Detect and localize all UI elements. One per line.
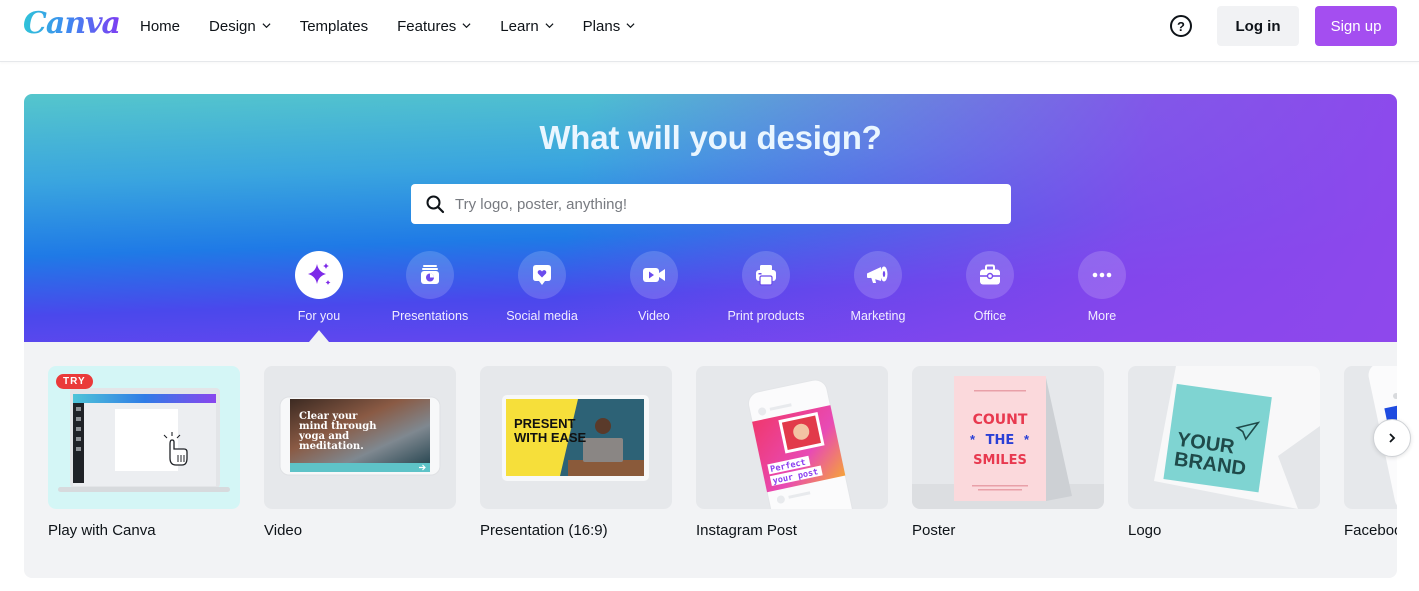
video-camera-icon [643,268,665,282]
template-thumbnail: TRY [48,366,240,509]
presentation-thumb-text: PRESENT [514,416,575,431]
canva-logo[interactable]: Canva [23,6,121,41]
category-label: Social media [506,309,578,323]
template-card-play-with-canva[interactable]: TRY Play with Canva [48,366,240,539]
nav-features[interactable]: Features [397,18,471,35]
template-carousel: TRY Play with Canva Clear your mind thro… [24,342,1397,578]
search-input[interactable] [455,195,995,213]
top-navigation-bar: Canva Home Design Templates Features Lea… [0,0,1419,62]
briefcase-icon [980,264,1000,285]
template-card-presentation[interactable]: PRESENT WITH EASE Presentation (16:9) [480,366,672,539]
category-label: Print products [727,309,805,323]
template-label: Presentation (16:9) [480,522,608,539]
nav-learn[interactable]: Learn [500,17,554,35]
svg-text:SMILES: SMILES [973,453,1027,468]
printer-icon [756,265,776,286]
poster-thumb-text: THE [986,433,1015,448]
category-presentations[interactable]: Presentations [374,251,486,323]
category-social-media[interactable]: Social media [486,251,598,323]
chevron-down-icon [262,23,271,29]
question-circle-icon: ? [1177,18,1185,34]
category-for-you[interactable]: For you [263,251,375,342]
category-label: Office [973,309,1007,323]
template-card-poster[interactable]: THE COUNT SMILES * * Poster [912,366,1104,539]
more-dots-icon [1092,272,1112,278]
nav-label: Home [140,17,181,35]
nav-label: Plans [582,17,621,35]
chevron-down-icon [462,23,471,29]
chevron-right-icon [1389,433,1396,443]
template-thumbnail: THE COUNT SMILES * * [912,366,1104,509]
signup-button[interactable]: Sign up [1315,6,1397,46]
video-thumbnail-illustration: Clear your mind through yoga and meditat… [279,396,441,476]
category-label: For you [297,309,341,323]
category-print-products[interactable]: Print products [710,251,822,323]
try-badge: TRY [56,374,93,389]
category-more[interactable]: More [1046,251,1158,323]
template-thumbnail: YOUR BRAND [1128,366,1320,509]
chevron-down-icon [545,23,554,29]
login-button[interactable]: Log in [1217,6,1299,46]
heart-message-icon [533,265,551,285]
chevron-down-icon [626,23,635,29]
template-thumbnail: PRESENT WITH EASE [480,366,672,509]
nav-label: Design [209,17,256,35]
category-office[interactable]: Office [934,251,1046,323]
category-label: Marketing [850,309,906,323]
template-card-instagram-post[interactable]: Perfect your post Instagram Post [696,366,888,539]
poster-thumbnail-illustration: THE COUNT SMILES * * [912,376,1104,509]
category-marketing[interactable]: Marketing [822,251,934,323]
help-button[interactable]: ? [1170,15,1192,37]
nav-plans[interactable]: Plans [583,18,636,35]
svg-text:WITH EASE: WITH EASE [514,430,587,445]
category-label: Video [638,309,670,323]
instagram-thumbnail-illustration: Perfect your post [748,379,854,509]
template-label: Play with Canva [48,522,156,539]
svg-text:meditation.: meditation. [299,441,364,452]
presentation-thumbnail-illustration: PRESENT WITH EASE [502,395,649,481]
search-bar[interactable] [411,184,1011,224]
svg-text:COUNT: COUNT [973,412,1028,428]
nav-design[interactable]: Design [209,18,271,35]
nav-label: Learn [500,17,539,35]
template-thumbnail: Clear your mind through yoga and meditat… [264,366,456,509]
active-tab-pointer [309,330,329,342]
category-tabs: For you Presentations Social media Video… [24,251,1397,342]
template-label: Poster [912,522,956,539]
template-label: Facebook [1344,522,1397,539]
template-label: Logo [1128,522,1162,539]
megaphone-icon [867,266,888,283]
presentation-chart-icon [421,265,439,284]
nav-label: Features [397,17,457,35]
logo-thumbnail-illustration: YOUR BRAND [1154,366,1320,509]
hero-banner: What will you design? For you [24,94,1397,342]
template-label: Instagram Post [696,522,797,539]
nav-templates[interactable]: Templates [300,18,368,35]
template-label: Video [264,522,303,539]
nav-home[interactable]: Home [140,18,180,35]
category-video[interactable]: Video [598,251,710,323]
hero-title: What will you design? [539,119,882,156]
category-label: More [1087,309,1117,323]
carousel-next-button[interactable] [1373,419,1411,457]
nav-label: Templates [299,17,369,35]
category-label: Presentations [391,309,469,323]
search-icon [426,195,445,214]
template-thumbnail: Perfect your post [696,366,888,509]
template-card-logo[interactable]: YOUR BRAND Logo [1128,366,1320,539]
template-card-video[interactable]: Clear your mind through yoga and meditat… [264,366,456,539]
sparkle-icon [308,263,331,285]
main-nav: Home Design Templates Features Learn Pla… [140,0,664,52]
